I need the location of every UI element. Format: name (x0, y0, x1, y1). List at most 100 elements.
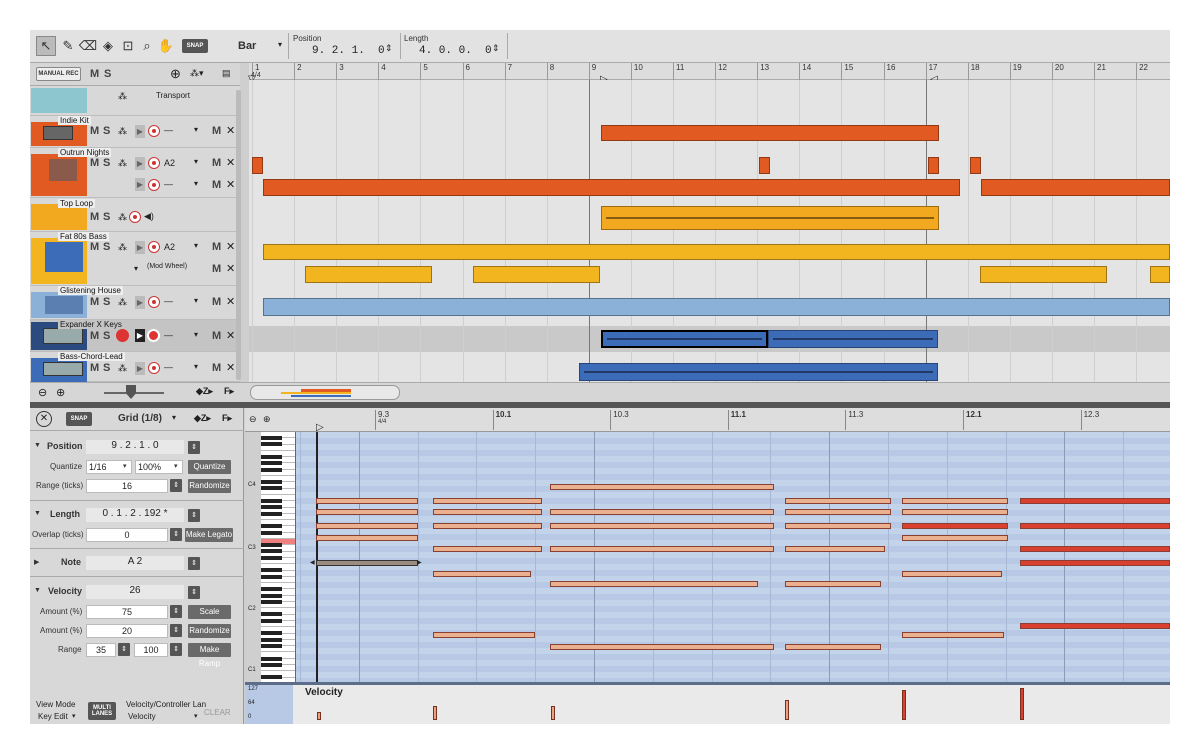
ruler-bar-label[interactable]: 19 (1009, 63, 1022, 80)
black-key[interactable] (261, 436, 282, 440)
velocity-stepper[interactable]: ⇕ (188, 586, 200, 599)
amount-field[interactable]: 20 (86, 624, 168, 638)
automation-icon[interactable]: ⁂ (118, 212, 127, 223)
black-key[interactable] (261, 662, 282, 667)
expand-icon[interactable]: ▶ (34, 558, 39, 566)
length-stepper-icon[interactable]: ⇕ (492, 43, 500, 54)
black-key[interactable] (261, 524, 282, 529)
note-stepper[interactable]: ⇕ (188, 557, 200, 570)
midi-note[interactable] (316, 509, 418, 515)
close-icon[interactable]: ✕ (226, 329, 235, 342)
piano-ruler-label[interactable]: 9.3 4/4 (375, 410, 389, 430)
indie-kit-clip[interactable] (601, 125, 939, 141)
automation-icon[interactable]: ⁂ (118, 91, 127, 102)
black-key[interactable] (261, 618, 282, 623)
position-field[interactable]: 9 . 2 . 1 . 0 (86, 440, 184, 454)
mod-wheel-clip[interactable] (305, 266, 432, 283)
ruler-bar-label[interactable]: 18 (967, 63, 980, 80)
midi-note[interactable] (316, 498, 418, 504)
monitor-button[interactable]: M (212, 241, 221, 253)
piano-ruler-label[interactable]: 12.1 (963, 410, 982, 430)
black-key[interactable] (261, 637, 282, 642)
zoom-fit-icon[interactable]: ◆Z▸ (196, 386, 213, 397)
record-arm-button[interactable] (148, 296, 160, 308)
midi-note[interactable] (433, 632, 535, 638)
midi-note[interactable] (316, 523, 418, 529)
overlap-field[interactable]: 0 (86, 528, 168, 542)
mute-all-button[interactable]: M (90, 68, 99, 80)
expander-clip[interactable] (768, 330, 938, 348)
ruler-bar-label[interactable]: 2 (294, 63, 302, 80)
black-key[interactable] (261, 467, 282, 472)
solo-button[interactable]: S (103, 296, 110, 308)
velocity-bar[interactable] (785, 700, 789, 720)
position-stepper[interactable]: ⇕ (188, 441, 200, 454)
ruler-bar-label[interactable]: 5 (420, 63, 428, 80)
bass-chord-clip[interactable] (579, 363, 938, 381)
note-handle-left-icon[interactable]: ◀ (310, 559, 315, 566)
chevron-down-icon[interactable]: ▾ (123, 462, 127, 470)
solo-button[interactable]: S (103, 241, 110, 253)
ruler-bar-label[interactable]: 12 (715, 63, 727, 80)
fat-bass-clip[interactable] (263, 244, 1170, 260)
midi-note[interactable] (902, 571, 1002, 577)
monitor-button[interactable]: M (212, 179, 221, 191)
outrun-clip[interactable] (263, 179, 960, 196)
eraser-tool-icon[interactable]: ⌫ (78, 36, 98, 56)
slider-handle[interactable] (126, 385, 136, 399)
quantize-select[interactable]: Bar (238, 40, 256, 52)
midi-note[interactable] (433, 509, 542, 515)
ruler-bar-label[interactable]: 14 (799, 63, 811, 80)
zoom-in-icon[interactable]: ⊕ (263, 414, 271, 425)
black-key[interactable] (261, 568, 282, 573)
record-arm-button[interactable] (148, 157, 160, 169)
chevron-down-icon[interactable]: ▾ (194, 296, 198, 305)
velocity-field[interactable]: 26 (86, 585, 184, 599)
follow-icon[interactable]: F▸ (222, 413, 232, 424)
expander-clip[interactable] (601, 330, 768, 348)
ruler-bar-label[interactable]: 15 (841, 63, 853, 80)
velocity-bar[interactable] (433, 706, 437, 720)
solo-all-button[interactable]: S (104, 68, 111, 80)
record-arm-button[interactable] (148, 241, 160, 253)
track-fat-80s-bass[interactable]: Fat 80s Bass M S ⁂ ▶ A2 ▾ M ✕ ▾ (Mod Whe… (30, 232, 240, 286)
monitor-button[interactable]: M (212, 263, 221, 275)
snap-button[interactable]: SNAP (182, 39, 208, 53)
zoom-tool-icon[interactable]: ⌕ (137, 36, 157, 56)
zoom-out-icon[interactable]: ⊖ (38, 386, 47, 399)
zoom-fit-icon[interactable]: ◆Z▸ (194, 413, 211, 424)
chevron-down-icon[interactable]: ▾ (194, 157, 198, 166)
ruler-bar-label[interactable]: 6 (462, 63, 470, 80)
black-key[interactable] (261, 486, 282, 491)
piano-ruler-label[interactable]: 10.3 (610, 410, 629, 430)
overview-navigator[interactable] (250, 385, 400, 400)
overlap-stepper[interactable]: ⇕ (170, 528, 182, 541)
pointer-tool-icon[interactable]: ↖ (36, 36, 56, 56)
midi-note[interactable] (902, 498, 1008, 504)
chevron-down-icon[interactable]: ▾ (194, 712, 198, 720)
ruler-bar-label[interactable]: 16 (883, 63, 895, 80)
chevron-down-icon[interactable]: ▾ (72, 712, 76, 720)
piano-keyboard[interactable] (261, 432, 296, 682)
black-key[interactable] (261, 499, 282, 503)
ruler-bar-label[interactable]: 3 (336, 63, 344, 80)
mute-button[interactable]: M (90, 211, 99, 223)
manual-rec-button[interactable]: MANUAL REC (36, 67, 81, 81)
midi-note[interactable] (785, 644, 881, 650)
midi-note[interactable] (433, 571, 531, 577)
scale-button[interactable]: Scale (188, 605, 231, 619)
outrun-clip[interactable] (252, 157, 263, 174)
multi-lanes-button[interactable]: MULTI LANES (88, 702, 116, 720)
glistening-clip[interactable] (263, 298, 1170, 316)
randomize-button[interactable]: Randomize (188, 479, 231, 493)
note-handle-right-icon[interactable]: ▶ (417, 559, 422, 566)
mod-wheel-clip[interactable] (980, 266, 1107, 283)
view-mode-select[interactable]: Key Edit (38, 712, 68, 721)
velocity-bar[interactable] (1020, 688, 1024, 720)
black-key[interactable] (261, 643, 282, 648)
zoom-in-icon[interactable]: ⊕ (56, 386, 65, 399)
velocity-bar[interactable] (551, 706, 555, 720)
play-icon[interactable]: ▶ (135, 329, 145, 342)
play-icon[interactable]: ▶ (135, 296, 145, 309)
black-key[interactable] (261, 675, 282, 680)
